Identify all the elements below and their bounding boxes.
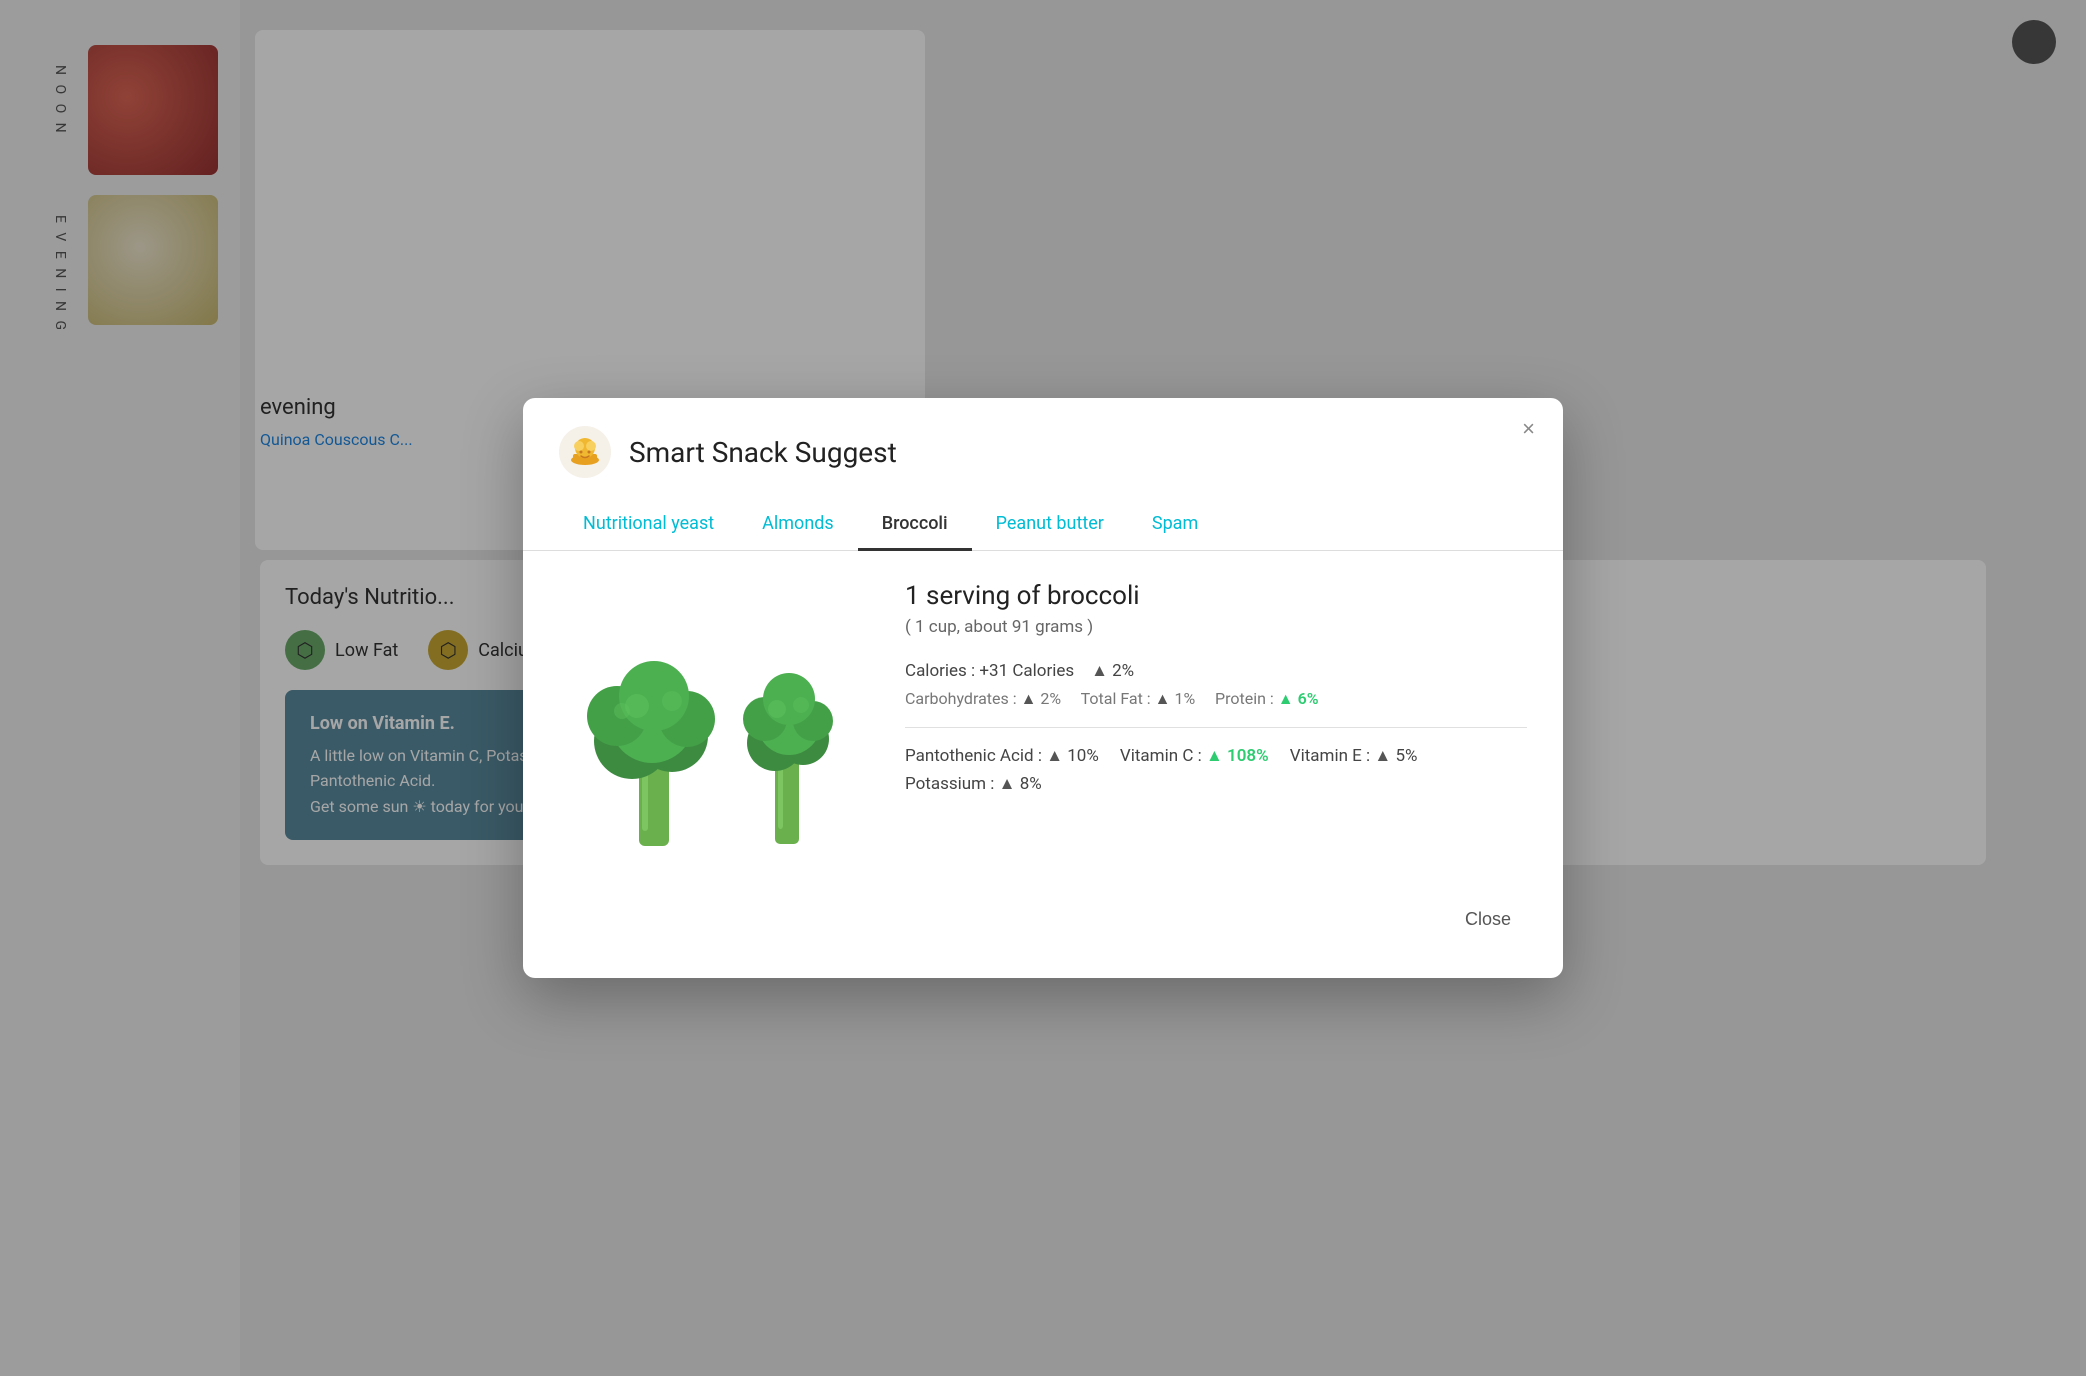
calories-pct: 2% bbox=[1112, 661, 1134, 681]
broccoli-svg bbox=[582, 601, 847, 851]
potassium-arrow: ▲ bbox=[999, 774, 1016, 794]
vitamine-label: Vitamin E : bbox=[1290, 746, 1370, 766]
potassium-label: Potassium : bbox=[905, 774, 994, 794]
tab-spam[interactable]: Spam bbox=[1128, 499, 1222, 551]
divider bbox=[905, 727, 1527, 728]
tab-almonds[interactable]: Almonds bbox=[738, 499, 858, 551]
calories-label: Calories : bbox=[905, 661, 975, 681]
fat-arrow: ▲ bbox=[1155, 689, 1171, 709]
protein-label: Protein : bbox=[1215, 689, 1274, 708]
vitamine-arrow: ▲ bbox=[1374, 746, 1391, 766]
carbs-arrow: ▲ bbox=[1021, 689, 1037, 709]
food-title: 1 serving of broccoli bbox=[905, 581, 1527, 611]
food-subtitle: ( 1 cup, about 91 grams ) bbox=[905, 617, 1527, 637]
modal-footer: Close bbox=[523, 881, 1563, 968]
carbs-pct: 2% bbox=[1040, 689, 1061, 708]
potassium-pct: 8% bbox=[1020, 774, 1042, 794]
modal-overlay: Smart Snack Suggest × Nutritional yeast … bbox=[0, 0, 2086, 1376]
pantothenic-pct: 10% bbox=[1067, 746, 1099, 766]
modal-body: 1 serving of broccoli ( 1 cup, about 91 … bbox=[523, 551, 1563, 881]
nutrition-info: 1 serving of broccoli ( 1 cup, about 91 … bbox=[905, 581, 1527, 851]
vitamine-pct: 5% bbox=[1395, 746, 1417, 766]
vitaminc-pct: 108% bbox=[1227, 746, 1269, 766]
modal-close-button[interactable]: × bbox=[1522, 418, 1535, 440]
vitamins-row-2: Potassium : ▲ 8% bbox=[905, 774, 1527, 794]
macros-row: Carbohydrates : ▲ 2% Total Fat : ▲ 1% Pr… bbox=[905, 689, 1527, 709]
tab-peanut-butter[interactable]: Peanut butter bbox=[972, 499, 1128, 551]
close-button[interactable]: Close bbox=[1449, 901, 1527, 938]
protein-pct: 6% bbox=[1298, 689, 1319, 708]
broccoli-image-container bbox=[559, 581, 869, 851]
modal-title: Smart Snack Suggest bbox=[629, 436, 897, 469]
carbs-label: Carbohydrates : bbox=[905, 689, 1017, 708]
modal-dialog: Smart Snack Suggest × Nutritional yeast … bbox=[523, 398, 1563, 978]
modal-header: Smart Snack Suggest × bbox=[523, 398, 1563, 498]
protein-arrow: ▲ bbox=[1278, 689, 1294, 709]
tab-bar: Nutritional yeast Almonds Broccoli Peanu… bbox=[523, 498, 1563, 551]
fat-pct: 1% bbox=[1174, 689, 1195, 708]
vitaminc-label: Vitamin C : bbox=[1120, 746, 1202, 766]
vitamins-row-1: Pantothenic Acid : ▲ 10% Vitamin C : ▲ 1… bbox=[905, 746, 1527, 766]
app-logo bbox=[559, 426, 611, 478]
fat-label: Total Fat : bbox=[1081, 689, 1151, 708]
broccoli-right bbox=[737, 601, 847, 851]
calories-arrow: ▲ bbox=[1091, 661, 1108, 681]
calories-row: Calories : +31 Calories ▲ 2% bbox=[905, 661, 1527, 681]
calories-value: +31 Calories bbox=[979, 661, 1074, 681]
tab-broccoli[interactable]: Broccoli bbox=[858, 499, 972, 551]
pantothenic-arrow: ▲ bbox=[1046, 746, 1063, 766]
tab-nutritional-yeast[interactable]: Nutritional yeast bbox=[559, 499, 738, 551]
broccoli-left bbox=[582, 601, 727, 851]
vitaminc-arrow: ▲ bbox=[1206, 746, 1223, 766]
pantothenic-label: Pantothenic Acid : bbox=[905, 746, 1042, 766]
